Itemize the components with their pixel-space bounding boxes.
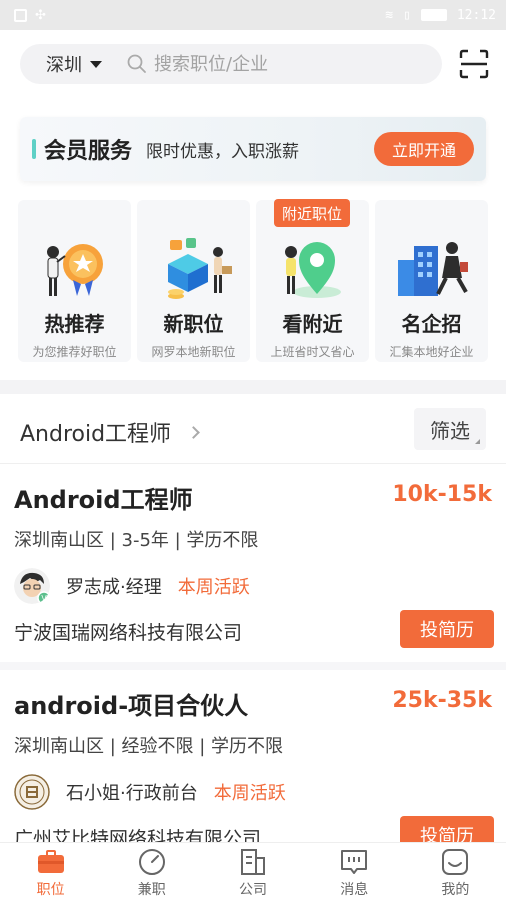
category-title: 名企招 (401, 312, 462, 336)
job-title: Android工程师 (14, 486, 193, 514)
job-card[interactable]: Android工程师 10k-15k 深圳南山区 | 3-5年 | 学历不限 V… (0, 464, 506, 670)
message-icon (341, 850, 368, 874)
job-keyword-selector[interactable]: Android工程师 (20, 416, 200, 448)
svg-text:V: V (41, 594, 47, 603)
usb-icon: ✣ (35, 7, 46, 23)
map-pin-illustration-icon (284, 242, 341, 298)
tab-label: 消息 (340, 882, 369, 898)
notification-icon (14, 8, 27, 22)
tab-parttime[interactable]: 兼职 (101, 843, 202, 900)
category-title: 热推荐 (44, 312, 105, 336)
job-salary: 10k-15k (392, 482, 492, 507)
nearby-jobs-badge: 附近职位 (274, 199, 350, 227)
top-search-area: 深圳 (0, 30, 506, 128)
tab-label: 我的 (441, 882, 470, 898)
bottom-tab-bar: 职位 兼职 公司 消息 我的 (0, 842, 506, 900)
wifi-icon: ≋ (385, 7, 394, 23)
category-card-famous[interactable]: 名企招 汇集本地好企业 (375, 200, 488, 362)
search-bar[interactable]: 深圳 (20, 44, 442, 84)
profile-icon (442, 849, 469, 875)
category-subtitle: 网罗本地新职位 (151, 345, 236, 359)
tab-company[interactable]: 公司 (202, 843, 303, 900)
filter-button[interactable]: 筛选 (414, 408, 486, 450)
tab-profile[interactable]: 我的 (405, 843, 506, 900)
recruiter-row: 石小姐·行政前台 本周活跃 (14, 774, 286, 810)
recruiter-active-status: 本周活跃 (213, 783, 286, 804)
company-name: 宁波国瑞网络科技有限公司 (14, 622, 243, 644)
vip-open-button[interactable]: 立即开通 (374, 132, 474, 166)
vip-banner[interactable]: 会员服务 限时优惠，入职涨薪 立即开通 (20, 117, 486, 181)
tab-jobs[interactable]: 职位 (0, 843, 101, 900)
signal-icon: ▯ (403, 7, 411, 23)
buildings-illustration-icon (397, 242, 468, 296)
job-keyword-label: Android工程师 (20, 422, 172, 447)
tab-label: 职位 (36, 882, 65, 898)
category-card-hot[interactable]: 热推荐 为您推荐好职位 (18, 200, 131, 362)
chevron-right-icon (187, 425, 200, 439)
status-time: 12:12 (456, 7, 496, 23)
recruiter-name: 罗志成·经理 (66, 577, 162, 598)
tab-label: 公司 (239, 882, 267, 898)
job-meta: 深圳南山区 | 3-5年 | 学历不限 (14, 530, 259, 551)
scan-icon[interactable] (458, 48, 490, 80)
compass-icon (138, 849, 165, 875)
category-cards: 热推荐 为您推荐好职位 新职位 网罗本地新职位 看附近 上班省时又省心 名企招 … (18, 199, 488, 362)
recruiter-name: 石小姐·行政前台 (66, 783, 198, 804)
status-left: ✣ (14, 8, 46, 23)
recruiter-row: V 罗志成·经理 本周活跃 (14, 568, 250, 604)
section-gap (0, 380, 506, 394)
trophy-illustration-icon (46, 244, 103, 296)
apply-button[interactable]: 投简历 (400, 610, 494, 648)
tab-label: 兼职 (137, 882, 166, 898)
city-selector[interactable]: 深圳 (20, 51, 120, 77)
search-icon (127, 54, 146, 73)
vip-subtitle: 限时优惠，入职涨薪 (146, 141, 300, 162)
caret-down-icon (90, 60, 102, 68)
filter-row: Android工程师 筛选 (0, 394, 506, 464)
category-subtitle: 汇集本地好企业 (389, 345, 474, 359)
job-salary: 25k-35k (392, 688, 492, 713)
filter-label: 筛选 (430, 418, 470, 443)
status-bar: ✣ ≋ ▯ 12:12 (0, 0, 506, 30)
briefcase-icon (37, 850, 64, 873)
battery-icon (420, 9, 447, 21)
job-separator (0, 662, 506, 670)
category-title: 新职位 (163, 312, 224, 336)
vip-accent-bar (32, 139, 36, 159)
job-meta: 深圳南山区 | 经验不限 | 学历不限 (14, 736, 284, 757)
tab-messages[interactable]: 消息 (304, 843, 405, 900)
vip-title: 会员服务 (44, 139, 133, 164)
search-input[interactable] (154, 53, 414, 75)
category-title: 看附近 (282, 312, 343, 336)
building-icon (241, 849, 265, 875)
category-subtitle: 为您推荐好职位 (32, 345, 117, 359)
recruiter-avatar (14, 774, 50, 810)
corner-triangle-icon (475, 439, 480, 444)
new-jobs-illustration-icon (167, 238, 232, 299)
recruiter-active-status: 本周活跃 (177, 577, 250, 598)
recruiter-avatar: V (14, 568, 50, 604)
category-card-new[interactable]: 新职位 网罗本地新职位 (137, 200, 250, 362)
category-subtitle: 上班省时又省心 (270, 345, 355, 359)
city-label: 深圳 (46, 55, 82, 76)
status-right: ≋ ▯ 12:12 (385, 8, 496, 23)
job-title: android-项目合伙人 (14, 692, 249, 720)
